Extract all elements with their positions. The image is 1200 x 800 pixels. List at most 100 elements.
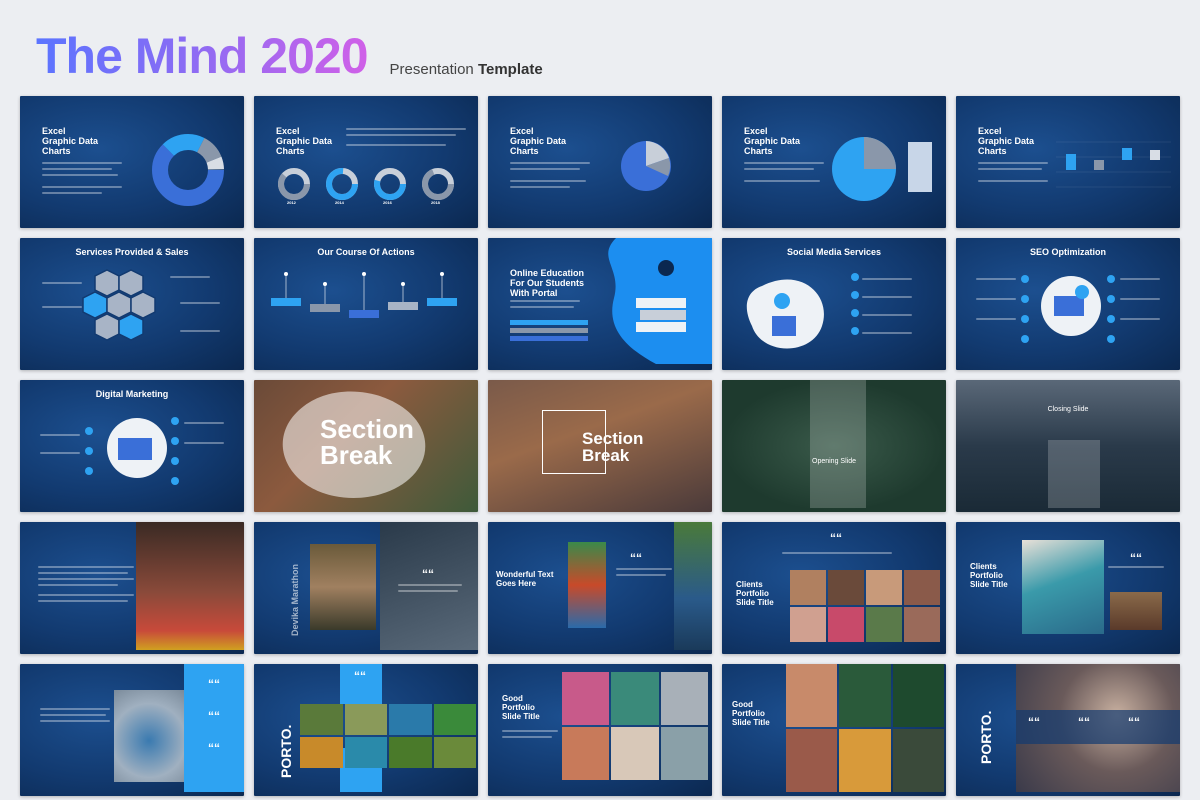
slide-clients-1[interactable]: ““ Clients Portfolio Slide Title <box>722 522 946 654</box>
slide-title: Excel Graphic Data Charts <box>276 126 333 156</box>
client-photo-grid <box>790 570 940 642</box>
slide-porto-2[interactable]: ““ ““ ““ PORTO. <box>956 664 1180 796</box>
quote-band <box>1016 710 1180 744</box>
quote-icon: ““ <box>1078 715 1090 729</box>
slide-section-break-1[interactable]: Section Break <box>254 380 478 512</box>
slide-title: Excel Graphic Data Charts <box>978 126 1035 156</box>
slide-closing[interactable]: Closing Slide <box>956 380 1180 512</box>
parrot-photo <box>674 522 712 650</box>
slide-charts-bigpie[interactable]: Excel Graphic Data Charts <box>722 96 946 228</box>
slide-course[interactable]: Our Course Of Actions <box>254 238 478 370</box>
quote-icon: ““ <box>422 567 434 581</box>
overlay-panel <box>1048 440 1100 508</box>
digital-icons-right <box>171 417 179 485</box>
parrot-photo <box>568 542 606 628</box>
quote-icon: ““ <box>208 709 220 723</box>
slide-title: Social Media Services <box>786 247 882 257</box>
slide-wonderful[interactable]: Wonderful Text Goes Here ““ <box>488 522 712 654</box>
slide-portfolio-2[interactable]: Good Portfolio Slide Title <box>722 664 946 796</box>
seo-illustration <box>1041 276 1101 336</box>
portfolio-photo-grid <box>562 672 708 780</box>
subtitle-regular: Presentation <box>389 61 474 78</box>
slide-title: Our Course Of Actions <box>317 247 415 257</box>
slide-porto-1[interactable]: PORTO. ““ <box>254 664 478 796</box>
slide-opening[interactable]: Opening Slide <box>722 380 946 512</box>
course-timeline <box>271 272 457 318</box>
pie-chart <box>621 141 671 191</box>
background-photo <box>380 522 478 650</box>
portfolio-title: Good Portfolio Slide Title <box>502 694 540 721</box>
year-label: 2016 <box>383 200 392 205</box>
quote-icon: ““ <box>1028 715 1040 729</box>
slide-seo[interactable]: SEO Optimization <box>956 238 1180 370</box>
slide-title: Excel Graphic Data Charts <box>510 126 567 156</box>
year-label: 2012 <box>287 200 296 205</box>
portrait-photo <box>136 522 244 650</box>
porto-label: PORTO. <box>978 710 994 764</box>
quote-icon: ““ <box>354 669 366 683</box>
slide-charts-rings[interactable]: Excel Graphic Data Charts 2012 2014 2016… <box>254 96 478 228</box>
slide-charts-pie[interactable]: Excel Graphic Data Charts <box>488 96 712 228</box>
slide-digital[interactable]: Digital Marketing <box>20 380 244 512</box>
slide-title: Online Education For Our Students With P… <box>510 268 585 298</box>
quote-icon: ““ <box>1130 551 1142 565</box>
quote-icon: ““ <box>208 741 220 755</box>
slide-portfolio-1[interactable]: Good Portfolio Slide Title <box>488 664 712 796</box>
slide-title: Services Provided & Sales <box>75 247 189 257</box>
slide-title: SEO Optimization <box>1029 247 1106 257</box>
bird-photo-grid <box>300 704 476 768</box>
hexagon-diagram <box>82 269 156 341</box>
bar-block <box>908 142 932 192</box>
section-break-title: Section Break <box>582 429 644 465</box>
education-illustration <box>608 238 712 364</box>
marathon-label: Devika Marathon <box>290 563 300 636</box>
clients-title: Clients Portfolio Slide Title <box>970 562 1008 589</box>
slide-charts-candle[interactable]: Excel Graphic Data Charts <box>956 96 1180 228</box>
clients-title: Clients Portfolio Slide Title <box>736 580 774 607</box>
year-label: 2018 <box>431 200 440 205</box>
slide-section-break-2[interactable]: Section Break <box>488 380 712 512</box>
social-icons <box>851 273 859 335</box>
hiker-photo <box>1110 592 1162 630</box>
slide-marathon[interactable]: Devika Marathon ““ <box>254 522 478 654</box>
subtitle-bold: Template <box>477 61 543 78</box>
slide-services[interactable]: Services Provided & Sales <box>20 238 244 370</box>
candle-chart <box>1056 141 1171 188</box>
quote-icon: ““ <box>630 551 642 565</box>
quote-icon: ““ <box>208 677 220 691</box>
slide-quote-blue[interactable]: ““ ““ ““ <box>20 664 244 796</box>
wonderful-title: Wonderful Text Goes Here <box>496 570 554 588</box>
slide-clients-2[interactable]: Clients Portfolio Slide Title ““ <box>956 522 1180 654</box>
digital-illustration <box>107 418 167 478</box>
porto-label: PORTO. <box>278 724 294 778</box>
overlay-panel <box>810 380 866 508</box>
digital-icons-left <box>85 427 93 475</box>
seo-icons-left <box>1021 275 1029 343</box>
closing-title: Closing Slide <box>1047 406 1089 413</box>
slide-education[interactable]: Online Education For Our Students With P… <box>488 238 712 370</box>
slide-title: Digital Marketing <box>95 389 169 399</box>
seo-icons-right <box>1107 275 1115 343</box>
progress-bar <box>510 328 588 333</box>
pie-chart <box>832 137 896 201</box>
page-title: The Mind 2020 <box>36 28 369 84</box>
social-illustration <box>746 279 824 349</box>
page-subtitle: Presentation Template <box>390 61 543 78</box>
quote-icon: ““ <box>830 531 842 545</box>
donut-chart <box>152 134 224 206</box>
slide-grid: Excel Graphic Data Charts Excel Graphic … <box>20 96 1180 796</box>
portfolio-photo-grid <box>786 664 944 792</box>
section-break-title: Section Break <box>320 414 414 470</box>
cliff-photo <box>1022 540 1104 634</box>
slide-title: Excel Graphic Data Charts <box>744 126 801 156</box>
slide-social[interactable]: Social Media Services <box>722 238 946 370</box>
slide-title: Excel Graphic Data Charts <box>42 126 99 156</box>
slide-profile[interactable] <box>20 522 244 654</box>
header: The Mind 2020 Presentation Template <box>36 26 543 86</box>
progress-bar <box>510 320 588 325</box>
slide-charts-donut[interactable]: Excel Graphic Data Charts <box>20 96 244 228</box>
quote-icon: ““ <box>1128 715 1140 729</box>
year-label: 2014 <box>335 200 344 205</box>
portfolio-title: Good Portfolio Slide Title <box>732 700 770 727</box>
opening-title: Opening Slide <box>812 458 856 465</box>
